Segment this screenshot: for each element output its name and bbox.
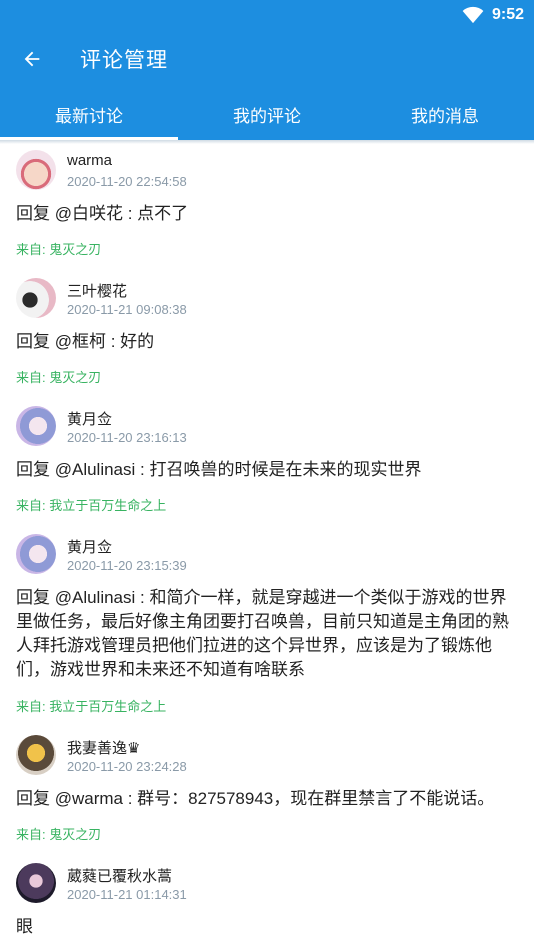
arrow-left-icon xyxy=(24,51,40,67)
comment-content: 回复 @Alulinasi : 和简介一样，就是穿越进一个类似于游戏的世界里做任… xyxy=(16,588,509,679)
username[interactable]: 黄月佥 xyxy=(67,536,112,557)
timestamp: 2020-11-21 01:14:31 xyxy=(67,887,187,902)
username[interactable]: 葳蕤已覆秋水蒿 xyxy=(67,865,172,886)
avatar[interactable] xyxy=(16,534,56,574)
timestamp: 2020-11-20 23:24:28 xyxy=(67,759,187,774)
tab-my-comments[interactable]: 我的评论 xyxy=(178,88,356,140)
comment-source[interactable]: 来自: 鬼灭之刃 xyxy=(16,239,101,258)
toolbar: 评论管理 xyxy=(0,30,534,88)
avatar[interactable] xyxy=(16,735,56,775)
tab-latest-discussion[interactable]: 最新讨论 xyxy=(0,88,178,140)
wifi-icon xyxy=(462,6,484,24)
tab-label: 我的评论 xyxy=(233,106,301,126)
comment-source[interactable]: 来自: 鬼灭之刃 xyxy=(16,824,101,843)
comment-content: 回复 @Alulinasi : 打召唤兽的时候是在未来的现实世界 xyxy=(16,460,422,479)
comment-source[interactable]: 来自: 我立于百万生命之上 xyxy=(16,495,166,514)
comment-item[interactable]: 黄月佥 2020-11-20 23:16:13 回复 @Alulinasi : … xyxy=(0,402,534,530)
timestamp: 2020-11-21 09:08:38 xyxy=(67,302,187,317)
comment-content: 回复 @warma : 群号：827578943，现在群里禁言了不能说话。 xyxy=(16,789,495,808)
status-bar: 9:52 xyxy=(0,0,534,30)
avatar[interactable] xyxy=(16,150,56,190)
timestamp: 2020-11-20 23:16:13 xyxy=(67,430,187,445)
comment-item[interactable]: 葳蕤已覆秋水蒿 2020-11-21 01:14:31 眼 xyxy=(0,859,534,949)
comment-content: 眼 xyxy=(16,917,33,936)
comment-source[interactable]: 来自: 鬼灭之刃 xyxy=(16,367,101,386)
comment-item[interactable]: 我妻善逸♛ 2020-11-20 23:24:28 回复 @warma : 群号… xyxy=(0,731,534,859)
comment-item[interactable]: 三叶樱花 2020-11-21 09:08:38 回复 @框柯 : 好的 来自:… xyxy=(0,274,534,402)
page-title: 评论管理 xyxy=(80,49,168,72)
avatar[interactable] xyxy=(16,406,56,446)
tab-my-messages[interactable]: 我的消息 xyxy=(356,88,534,140)
username[interactable]: 三叶樱花 xyxy=(67,280,127,301)
username[interactable]: 我妻善逸♛ xyxy=(67,737,140,758)
back-button[interactable] xyxy=(12,39,52,79)
comment-source[interactable]: 来自: 我立于百万生命之上 xyxy=(16,696,166,715)
username[interactable]: 黄月佥 xyxy=(67,408,112,429)
tab-label: 我的消息 xyxy=(411,106,479,126)
status-time: 9:52 xyxy=(491,6,524,23)
timestamp: 2020-11-20 22:54:58 xyxy=(67,174,187,189)
tab-bar-shadow xyxy=(0,140,534,144)
app-bar: 9:52 评论管理 最新讨论 我的评论 我的消息 xyxy=(0,0,534,140)
avatar[interactable] xyxy=(16,278,56,318)
username[interactable]: warma xyxy=(67,152,112,169)
tab-bar: 最新讨论 我的评论 我的消息 xyxy=(0,88,534,140)
tab-label: 最新讨论 xyxy=(55,106,123,126)
comment-item[interactable]: 黄月佥 2020-11-20 23:15:39 回复 @Alulinasi : … xyxy=(0,530,534,731)
comment-content: 回复 @白咲花 : 点不了 xyxy=(16,204,189,223)
status-icons: 9:52 xyxy=(462,4,524,26)
comment-content: 回复 @框柯 : 好的 xyxy=(16,332,155,351)
avatar[interactable] xyxy=(16,863,56,903)
timestamp: 2020-11-20 23:15:39 xyxy=(67,558,187,573)
comment-item[interactable]: warma 2020-11-20 22:54:58 回复 @白咲花 : 点不了 … xyxy=(0,146,534,274)
